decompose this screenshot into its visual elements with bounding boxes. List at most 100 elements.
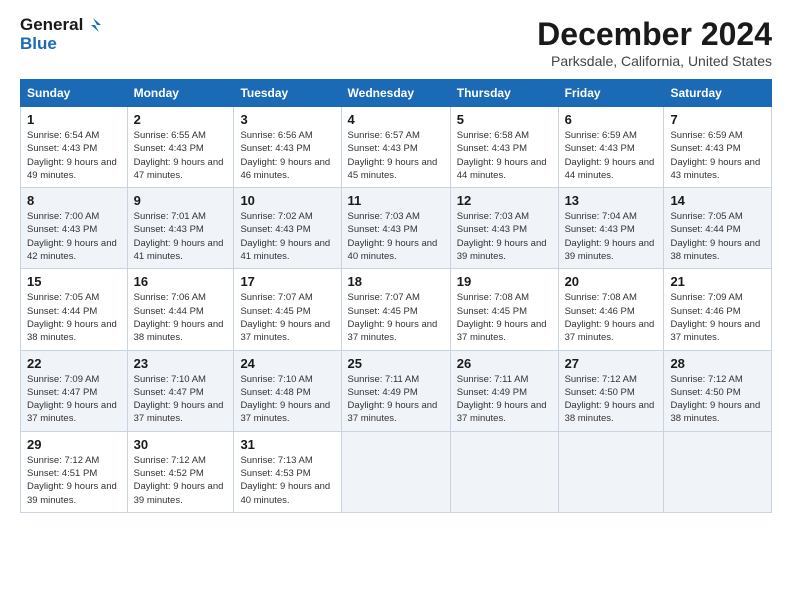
- table-row: [558, 431, 664, 512]
- day-number: 25: [348, 356, 444, 371]
- col-wednesday: Wednesday: [341, 80, 450, 107]
- table-row: 6 Sunrise: 6:59 AMSunset: 4:43 PMDayligh…: [558, 107, 664, 188]
- calendar-week-row: 22 Sunrise: 7:09 AMSunset: 4:47 PMDaylig…: [21, 350, 772, 431]
- calendar-header-row: Sunday Monday Tuesday Wednesday Thursday…: [21, 80, 772, 107]
- day-info: Sunrise: 6:59 AMSunset: 4:43 PMDaylight:…: [565, 130, 655, 181]
- table-row: 11 Sunrise: 7:03 AMSunset: 4:43 PMDaylig…: [341, 188, 450, 269]
- day-number: 26: [457, 356, 552, 371]
- table-row: 5 Sunrise: 6:58 AMSunset: 4:43 PMDayligh…: [450, 107, 558, 188]
- day-number: 27: [565, 356, 658, 371]
- day-info: Sunrise: 7:11 AMSunset: 4:49 PMDaylight:…: [457, 374, 547, 425]
- day-info: Sunrise: 7:12 AMSunset: 4:50 PMDaylight:…: [565, 374, 655, 425]
- day-info: Sunrise: 7:13 AMSunset: 4:53 PMDaylight:…: [240, 455, 330, 506]
- day-number: 19: [457, 274, 552, 289]
- table-row: 21 Sunrise: 7:09 AMSunset: 4:46 PMDaylig…: [664, 269, 772, 350]
- day-info: Sunrise: 7:05 AMSunset: 4:44 PMDaylight:…: [27, 292, 117, 343]
- table-row: 12 Sunrise: 7:03 AMSunset: 4:43 PMDaylig…: [450, 188, 558, 269]
- day-number: 4: [348, 112, 444, 127]
- table-row: 16 Sunrise: 7:06 AMSunset: 4:44 PMDaylig…: [127, 269, 234, 350]
- logo-bird-icon: [85, 16, 103, 34]
- day-info: Sunrise: 6:55 AMSunset: 4:43 PMDaylight:…: [134, 130, 224, 181]
- day-info: Sunrise: 7:03 AMSunset: 4:43 PMDaylight:…: [348, 211, 438, 262]
- col-friday: Friday: [558, 80, 664, 107]
- day-info: Sunrise: 7:10 AMSunset: 4:48 PMDaylight:…: [240, 374, 330, 425]
- page-container: General Blue December 2024 Parksdale, Ca…: [0, 0, 792, 523]
- calendar-table: Sunday Monday Tuesday Wednesday Thursday…: [20, 79, 772, 513]
- day-number: 23: [134, 356, 228, 371]
- day-number: 21: [670, 274, 765, 289]
- table-row: 18 Sunrise: 7:07 AMSunset: 4:45 PMDaylig…: [341, 269, 450, 350]
- day-info: Sunrise: 7:06 AMSunset: 4:44 PMDaylight:…: [134, 292, 224, 343]
- table-row: 14 Sunrise: 7:05 AMSunset: 4:44 PMDaylig…: [664, 188, 772, 269]
- table-row: 2 Sunrise: 6:55 AMSunset: 4:43 PMDayligh…: [127, 107, 234, 188]
- table-row: 4 Sunrise: 6:57 AMSunset: 4:43 PMDayligh…: [341, 107, 450, 188]
- day-number: 16: [134, 274, 228, 289]
- day-number: 14: [670, 193, 765, 208]
- day-info: Sunrise: 7:00 AMSunset: 4:43 PMDaylight:…: [27, 211, 117, 262]
- table-row: 26 Sunrise: 7:11 AMSunset: 4:49 PMDaylig…: [450, 350, 558, 431]
- table-row: [341, 431, 450, 512]
- table-row: 22 Sunrise: 7:09 AMSunset: 4:47 PMDaylig…: [21, 350, 128, 431]
- day-number: 24: [240, 356, 334, 371]
- day-number: 13: [565, 193, 658, 208]
- logo-text-general: General: [20, 16, 83, 35]
- table-row: 10 Sunrise: 7:02 AMSunset: 4:43 PMDaylig…: [234, 188, 341, 269]
- day-number: 6: [565, 112, 658, 127]
- header: General Blue December 2024 Parksdale, Ca…: [20, 16, 772, 69]
- table-row: 25 Sunrise: 7:11 AMSunset: 4:49 PMDaylig…: [341, 350, 450, 431]
- day-info: Sunrise: 7:09 AMSunset: 4:46 PMDaylight:…: [670, 292, 760, 343]
- table-row: 29 Sunrise: 7:12 AMSunset: 4:51 PMDaylig…: [21, 431, 128, 512]
- day-number: 10: [240, 193, 334, 208]
- day-number: 15: [27, 274, 121, 289]
- table-row: 17 Sunrise: 7:07 AMSunset: 4:45 PMDaylig…: [234, 269, 341, 350]
- day-number: 9: [134, 193, 228, 208]
- table-row: 31 Sunrise: 7:13 AMSunset: 4:53 PMDaylig…: [234, 431, 341, 512]
- day-number: 17: [240, 274, 334, 289]
- table-row: 23 Sunrise: 7:10 AMSunset: 4:47 PMDaylig…: [127, 350, 234, 431]
- day-info: Sunrise: 7:07 AMSunset: 4:45 PMDaylight:…: [348, 292, 438, 343]
- day-info: Sunrise: 7:11 AMSunset: 4:49 PMDaylight:…: [348, 374, 438, 425]
- day-number: 3: [240, 112, 334, 127]
- day-info: Sunrise: 7:12 AMSunset: 4:51 PMDaylight:…: [27, 455, 117, 506]
- day-number: 1: [27, 112, 121, 127]
- title-section: December 2024 Parksdale, California, Uni…: [537, 16, 772, 69]
- day-number: 8: [27, 193, 121, 208]
- day-number: 30: [134, 437, 228, 452]
- day-info: Sunrise: 7:09 AMSunset: 4:47 PMDaylight:…: [27, 374, 117, 425]
- day-info: Sunrise: 7:05 AMSunset: 4:44 PMDaylight:…: [670, 211, 760, 262]
- table-row: 9 Sunrise: 7:01 AMSunset: 4:43 PMDayligh…: [127, 188, 234, 269]
- col-monday: Monday: [127, 80, 234, 107]
- day-info: Sunrise: 7:12 AMSunset: 4:50 PMDaylight:…: [670, 374, 760, 425]
- col-thursday: Thursday: [450, 80, 558, 107]
- logo: General Blue: [20, 16, 103, 53]
- table-row: 20 Sunrise: 7:08 AMSunset: 4:46 PMDaylig…: [558, 269, 664, 350]
- calendar-week-row: 15 Sunrise: 7:05 AMSunset: 4:44 PMDaylig…: [21, 269, 772, 350]
- calendar-week-row: 8 Sunrise: 7:00 AMSunset: 4:43 PMDayligh…: [21, 188, 772, 269]
- table-row: 1 Sunrise: 6:54 AMSunset: 4:43 PMDayligh…: [21, 107, 128, 188]
- day-info: Sunrise: 7:02 AMSunset: 4:43 PMDaylight:…: [240, 211, 330, 262]
- table-row: 8 Sunrise: 7:00 AMSunset: 4:43 PMDayligh…: [21, 188, 128, 269]
- day-info: Sunrise: 6:59 AMSunset: 4:43 PMDaylight:…: [670, 130, 760, 181]
- day-number: 5: [457, 112, 552, 127]
- day-number: 31: [240, 437, 334, 452]
- table-row: 28 Sunrise: 7:12 AMSunset: 4:50 PMDaylig…: [664, 350, 772, 431]
- day-info: Sunrise: 7:12 AMSunset: 4:52 PMDaylight:…: [134, 455, 224, 506]
- day-info: Sunrise: 7:01 AMSunset: 4:43 PMDaylight:…: [134, 211, 224, 262]
- table-row: 24 Sunrise: 7:10 AMSunset: 4:48 PMDaylig…: [234, 350, 341, 431]
- calendar-week-row: 1 Sunrise: 6:54 AMSunset: 4:43 PMDayligh…: [21, 107, 772, 188]
- day-info: Sunrise: 6:57 AMSunset: 4:43 PMDaylight:…: [348, 130, 438, 181]
- table-row: [664, 431, 772, 512]
- col-saturday: Saturday: [664, 80, 772, 107]
- table-row: 13 Sunrise: 7:04 AMSunset: 4:43 PMDaylig…: [558, 188, 664, 269]
- day-number: 12: [457, 193, 552, 208]
- day-info: Sunrise: 7:07 AMSunset: 4:45 PMDaylight:…: [240, 292, 330, 343]
- day-info: Sunrise: 6:54 AMSunset: 4:43 PMDaylight:…: [27, 130, 117, 181]
- day-number: 18: [348, 274, 444, 289]
- day-number: 11: [348, 193, 444, 208]
- table-row: [450, 431, 558, 512]
- day-number: 28: [670, 356, 765, 371]
- day-number: 22: [27, 356, 121, 371]
- day-info: Sunrise: 6:58 AMSunset: 4:43 PMDaylight:…: [457, 130, 547, 181]
- day-info: Sunrise: 6:56 AMSunset: 4:43 PMDaylight:…: [240, 130, 330, 181]
- table-row: 15 Sunrise: 7:05 AMSunset: 4:44 PMDaylig…: [21, 269, 128, 350]
